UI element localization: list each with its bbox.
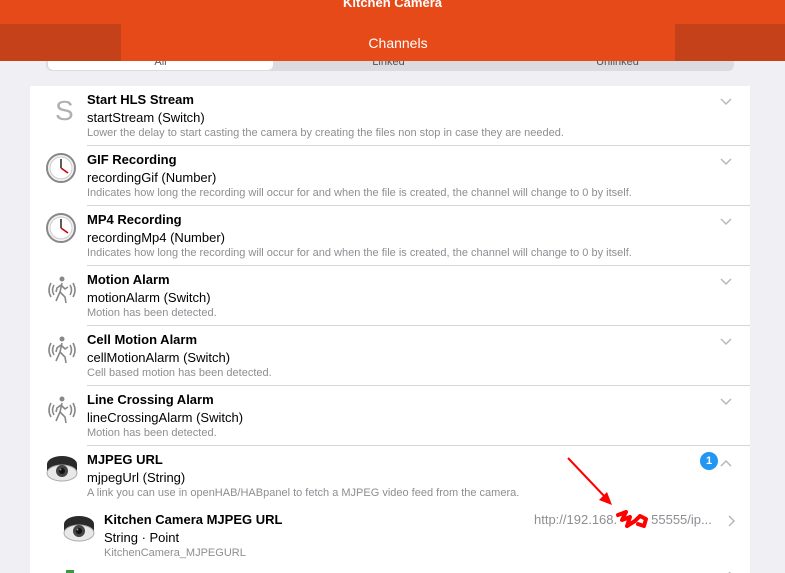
- segmented-control: All Linked Unlinked: [46, 61, 734, 71]
- channel-id: mjpegUrl (String): [87, 470, 186, 485]
- channel-item-motion-alarm[interactable]: Motion Alarm motionAlarm (Switch) Motion…: [30, 266, 750, 326]
- motion-icon: [45, 393, 79, 427]
- channel-description: Indicates how long the recording will oc…: [87, 247, 632, 259]
- motion-icon: [45, 273, 79, 307]
- chevron-up-icon[interactable]: [720, 456, 732, 467]
- chevron-down-icon[interactable]: [720, 214, 732, 226]
- channel-description: Motion has been detected.: [87, 427, 217, 439]
- linked-item-type: String · Point: [104, 530, 180, 545]
- segment-linked[interactable]: Linked: [276, 61, 501, 70]
- chevron-down-icon[interactable]: [720, 274, 732, 286]
- channel-id: recordingGif (Number): [87, 170, 217, 185]
- s-letter-icon: S: [45, 92, 79, 126]
- linked-item-label: Kitchen Camera MJPEG URL: [104, 512, 283, 527]
- channel-description: Indicates how long the recording will oc…: [87, 187, 632, 199]
- segment-all[interactable]: All: [48, 61, 273, 70]
- navbar: Kitchen Camera: [0, 0, 785, 24]
- linked-item[interactable]: Kitchen Camera MJPEG URL String · Point …: [30, 506, 750, 566]
- channel-item-start-hls-stream[interactable]: S Start HLS Stream startStream (Switch) …: [30, 86, 750, 146]
- channel-item-cell-motion-alarm[interactable]: Cell Motion Alarm cellMotionAlarm (Switc…: [30, 326, 750, 386]
- linked-item-value: http://192.168. 55555/ip...: [534, 512, 712, 527]
- channel-id: lineCrossingAlarm (Switch): [87, 410, 244, 425]
- channel-label: Line Crossing Alarm: [87, 392, 214, 407]
- channel-list: S Start HLS Stream startStream (Switch) …: [30, 86, 750, 573]
- chevron-right-icon[interactable]: [726, 514, 736, 527]
- svg-text:S: S: [55, 95, 74, 126]
- channel-label: Cell Motion Alarm: [87, 332, 198, 347]
- camera-icon: [62, 511, 96, 545]
- subnavbar: Channels: [0, 24, 785, 61]
- channel-description: A link you can use in openHAB/HABpanel t…: [87, 487, 520, 499]
- channel-item-mp4-recording[interactable]: MP4 Recording recordingMp4 (Number) Indi…: [30, 206, 750, 266]
- channel-id: cellMotionAlarm (Switch): [87, 350, 231, 365]
- link-count-badge: 1: [700, 452, 718, 470]
- segment-unlinked[interactable]: Unlinked: [505, 61, 730, 70]
- channel-id: motionAlarm (Switch): [87, 290, 211, 305]
- clock-icon: [45, 151, 79, 185]
- channel-label: MJPEG URL: [87, 452, 163, 467]
- chevron-down-icon[interactable]: [720, 94, 732, 106]
- subnavbar-center: Channels: [121, 24, 675, 61]
- linked-item-value-end: 55555/ip...: [651, 512, 712, 527]
- clock-icon: [45, 211, 79, 245]
- channel-description: Motion has been detected.: [87, 307, 217, 319]
- chevron-down-icon[interactable]: [720, 334, 732, 346]
- motion-icon: [45, 333, 79, 367]
- subnavbar-title: Channels: [368, 35, 428, 51]
- channel-description: Lower the delay to start casting the cam…: [87, 127, 564, 139]
- chevron-down-icon[interactable]: [720, 394, 732, 406]
- linked-item-value-start: http://192.168.: [534, 512, 618, 527]
- channel-item-gif-recording[interactable]: GIF Recording recordingGif (Number) Indi…: [30, 146, 750, 206]
- channel-label: Motion Alarm: [87, 272, 170, 287]
- channel-id: recordingMp4 (Number): [87, 230, 225, 245]
- chevron-right-icon[interactable]: [726, 566, 736, 573]
- channel-label: Start HLS Stream: [87, 92, 194, 107]
- channel-description: Cell based motion has been detected.: [87, 367, 272, 379]
- page-title: Kitchen Camera: [343, 0, 442, 10]
- channel-item-line-crossing-alarm[interactable]: Line Crossing Alarm lineCrossingAlarm (S…: [30, 386, 750, 446]
- channel-label: GIF Recording: [87, 152, 177, 167]
- camera-icon: [45, 451, 79, 485]
- channel-label: MP4 Recording: [87, 212, 182, 227]
- chevron-down-icon[interactable]: [720, 154, 732, 166]
- linked-item-name: KitchenCamera_MJPEGURL: [104, 547, 246, 559]
- channel-id: startStream (Switch): [87, 110, 205, 125]
- channel-item-mjpeg-url[interactable]: MJPEG URL mjpegUrl (String) A link you c…: [30, 446, 750, 506]
- channel-item-partial[interactable]: [30, 566, 750, 573]
